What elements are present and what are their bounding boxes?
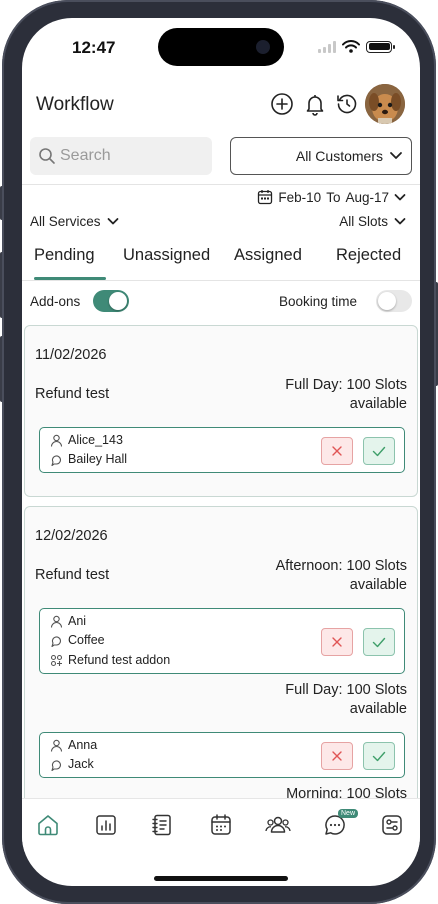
status-time: 12:47 bbox=[72, 38, 116, 57]
check-icon bbox=[372, 751, 386, 762]
booking-staff: Jack bbox=[50, 757, 94, 771]
search-icon bbox=[39, 148, 55, 164]
close-icon bbox=[332, 446, 342, 456]
avatar[interactable] bbox=[365, 84, 405, 124]
users-icon[interactable] bbox=[265, 813, 291, 837]
date-separator: To bbox=[326, 189, 341, 205]
booking-staff: Coffee bbox=[50, 633, 105, 647]
history-icon[interactable] bbox=[335, 92, 359, 116]
booking-addon: Refund test addon bbox=[50, 653, 170, 667]
check-icon bbox=[372, 637, 386, 648]
date-range-picker[interactable]: Feb-10 To Aug-17 bbox=[257, 189, 406, 205]
addons-label: Add-ons bbox=[30, 294, 81, 309]
home-indicator[interactable] bbox=[154, 876, 288, 881]
slots-filter-label: All Slots bbox=[339, 214, 388, 229]
bell-icon[interactable] bbox=[303, 92, 327, 116]
reject-button[interactable] bbox=[321, 628, 353, 656]
page-title: Workflow bbox=[36, 94, 114, 115]
date-from: Feb-10 bbox=[278, 189, 322, 205]
booking-item[interactable]: Ani Coffee Refund test addon bbox=[39, 608, 405, 674]
tab-pending[interactable]: Pending bbox=[34, 246, 95, 265]
search-input[interactable]: Search bbox=[30, 137, 212, 175]
reject-button[interactable] bbox=[321, 742, 353, 770]
customer-select-value: All Customers bbox=[295, 148, 383, 164]
cellular-signal-icon bbox=[318, 40, 336, 53]
booking-staff: Bailey Hall bbox=[50, 452, 127, 466]
accept-button[interactable] bbox=[363, 628, 395, 656]
slot-availability: Full Day: 100 Slots available bbox=[285, 377, 407, 412]
tab-assigned[interactable]: Assigned bbox=[234, 246, 302, 265]
phone-frame: 12:47 Workflow Search All Customers Feb-… bbox=[2, 0, 436, 904]
settings-icon[interactable] bbox=[380, 813, 404, 837]
user-icon bbox=[50, 615, 63, 628]
date-card: 12/02/2026 Refund test Afternoon: 100 Sl… bbox=[24, 506, 418, 798]
card-date: 12/02/2026 bbox=[35, 528, 108, 544]
home-icon[interactable] bbox=[36, 813, 60, 837]
services-filter-label: All Services bbox=[30, 214, 101, 229]
booking-time-label: Booking time bbox=[279, 294, 358, 309]
new-badge: New bbox=[338, 809, 359, 818]
check-icon bbox=[372, 446, 386, 457]
staff-icon bbox=[51, 635, 62, 647]
close-icon bbox=[332, 751, 342, 761]
addon-icon bbox=[50, 654, 63, 666]
add-icon[interactable] bbox=[270, 92, 294, 116]
chevron-down-icon bbox=[107, 218, 118, 225]
booking-customer: Anna bbox=[50, 738, 97, 752]
booking-customer: Alice_143 bbox=[50, 433, 123, 447]
search-placeholder: Search bbox=[60, 147, 111, 164]
tab-unassigned[interactable]: Unassigned bbox=[123, 246, 210, 265]
card-service: Refund test bbox=[35, 567, 110, 583]
tab-rejected[interactable]: Rejected bbox=[336, 246, 401, 265]
card-service: Refund test bbox=[35, 386, 110, 402]
chevron-down-icon bbox=[390, 152, 402, 159]
divider bbox=[22, 280, 420, 281]
chevron-down-icon bbox=[394, 218, 406, 225]
slots-filter[interactable]: All Slots bbox=[339, 214, 406, 229]
divider bbox=[22, 184, 420, 185]
user-icon bbox=[50, 739, 63, 752]
booking-item[interactable]: Anna Jack bbox=[39, 732, 405, 778]
booking-list[interactable]: 11/02/2026 Refund test Full Day: 100 Slo… bbox=[22, 324, 420, 798]
accept-button[interactable] bbox=[363, 437, 395, 465]
close-icon bbox=[332, 637, 342, 647]
analytics-icon[interactable] bbox=[94, 813, 118, 837]
calendar-icon[interactable] bbox=[209, 813, 233, 837]
dynamic-island bbox=[158, 28, 284, 66]
user-icon bbox=[50, 434, 63, 447]
bottom-nav: New bbox=[22, 798, 420, 852]
card-date: 11/02/2026 bbox=[35, 347, 107, 363]
reject-button[interactable] bbox=[321, 437, 353, 465]
slot-availability: Morning: 100 Slots bbox=[286, 786, 407, 798]
chevron-down-icon bbox=[394, 193, 406, 200]
booking-customer: Ani bbox=[50, 614, 86, 628]
booking-item[interactable]: Alice_143 Bailey Hall bbox=[39, 427, 405, 473]
app-screen: 12:47 Workflow Search All Customers Feb-… bbox=[22, 18, 420, 886]
addons-toggle[interactable] bbox=[93, 290, 129, 312]
calendar-icon bbox=[258, 190, 273, 205]
staff-icon bbox=[51, 759, 62, 771]
accept-button[interactable] bbox=[363, 742, 395, 770]
booking-time-toggle[interactable] bbox=[376, 290, 412, 312]
services-filter[interactable]: All Services bbox=[30, 214, 119, 229]
status-icons bbox=[318, 40, 395, 53]
dog-avatar-icon bbox=[365, 84, 405, 124]
notebook-icon[interactable] bbox=[150, 813, 174, 837]
slot-availability: Full Day: 100 Slots available bbox=[285, 682, 407, 717]
battery-icon bbox=[366, 40, 395, 53]
slot-availability: Afternoon: 100 Slots available bbox=[275, 558, 407, 593]
customer-select[interactable]: All Customers bbox=[230, 137, 412, 175]
date-card: 11/02/2026 Refund test Full Day: 100 Slo… bbox=[24, 325, 418, 497]
date-to: Aug-17 bbox=[345, 189, 389, 205]
wifi-icon bbox=[342, 40, 360, 53]
staff-icon bbox=[51, 454, 62, 466]
